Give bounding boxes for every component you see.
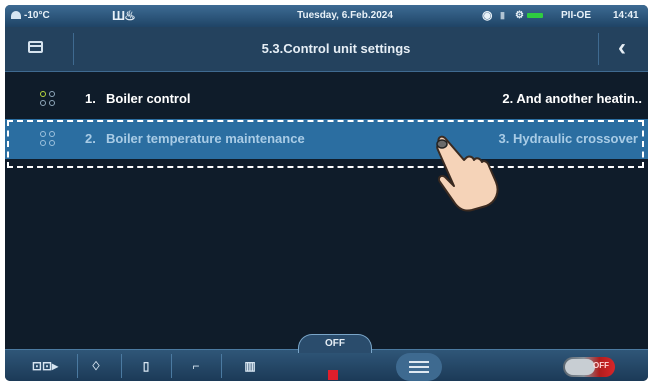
menu-icon[interactable] — [396, 353, 442, 381]
list-item-boiler-control[interactable]: 1. Boiler control 2. And another heatin.… — [5, 79, 648, 119]
selection-highlight — [7, 120, 644, 168]
page-title: 5.3.Control unit settings — [261, 41, 411, 56]
row-number: 1. — [85, 91, 96, 106]
status-time: 14:41 — [613, 10, 639, 21]
divider — [77, 354, 78, 378]
screen: -10°C Ш♨ Tuesday, 6.Feb.2024 ◉ ▮ ⚙ PII-O… — [5, 5, 648, 381]
status-date: Tuesday, 6.Feb.2024 — [297, 10, 393, 21]
divider — [221, 354, 222, 378]
toggle-label: OFF — [593, 361, 609, 370]
pump-icon: ⚙ — [515, 10, 524, 21]
row-option[interactable]: 2. And another heatin.. — [502, 91, 642, 106]
tap-icon[interactable]: ⌐ — [183, 356, 209, 376]
divider — [598, 33, 599, 65]
divider — [171, 354, 172, 378]
off-status-tab[interactable]: OFF — [298, 334, 372, 353]
back-chevron-icon[interactable]: ‹ — [609, 35, 635, 63]
device-frame: -10°C Ш♨ Tuesday, 6.Feb.2024 ◉ ▮ ⚙ PII-O… — [0, 0, 653, 385]
folder-icon[interactable] — [28, 41, 43, 53]
flame-icon[interactable]: ♢ — [83, 356, 109, 376]
stop-icon[interactable] — [328, 370, 338, 380]
toggle-knob — [565, 359, 595, 375]
boiler-pump-icon[interactable]: ⊡⊡▸ — [25, 356, 65, 376]
radiator-icon: Ш♨ — [112, 8, 136, 23]
radiator-icon[interactable]: ▥ — [237, 356, 263, 376]
status-mode: PII-OE — [561, 10, 592, 21]
title-bar: 5.3.Control unit settings ‹ — [5, 27, 648, 72]
row-label: Boiler control — [106, 91, 191, 106]
network-icon: ▮ — [500, 10, 505, 20]
tank-icon[interactable]: ▯ — [133, 356, 159, 376]
level-bar-icon — [527, 13, 543, 18]
divider — [121, 354, 122, 378]
row-dots-icon — [38, 89, 60, 109]
power-toggle[interactable]: OFF — [563, 357, 615, 377]
status-bar: -10°C Ш♨ Tuesday, 6.Feb.2024 ◉ ▮ ⚙ PII-O… — [5, 5, 648, 27]
wifi-icon: ◉ — [482, 8, 493, 22]
sun-icon — [11, 11, 21, 19]
outdoor-temperature: -10°C — [11, 10, 50, 21]
touch-hand-icon — [436, 135, 499, 212]
bottom-bar: ⊡⊡▸ ♢ ▯ ⌐ ▥ — [5, 349, 648, 381]
